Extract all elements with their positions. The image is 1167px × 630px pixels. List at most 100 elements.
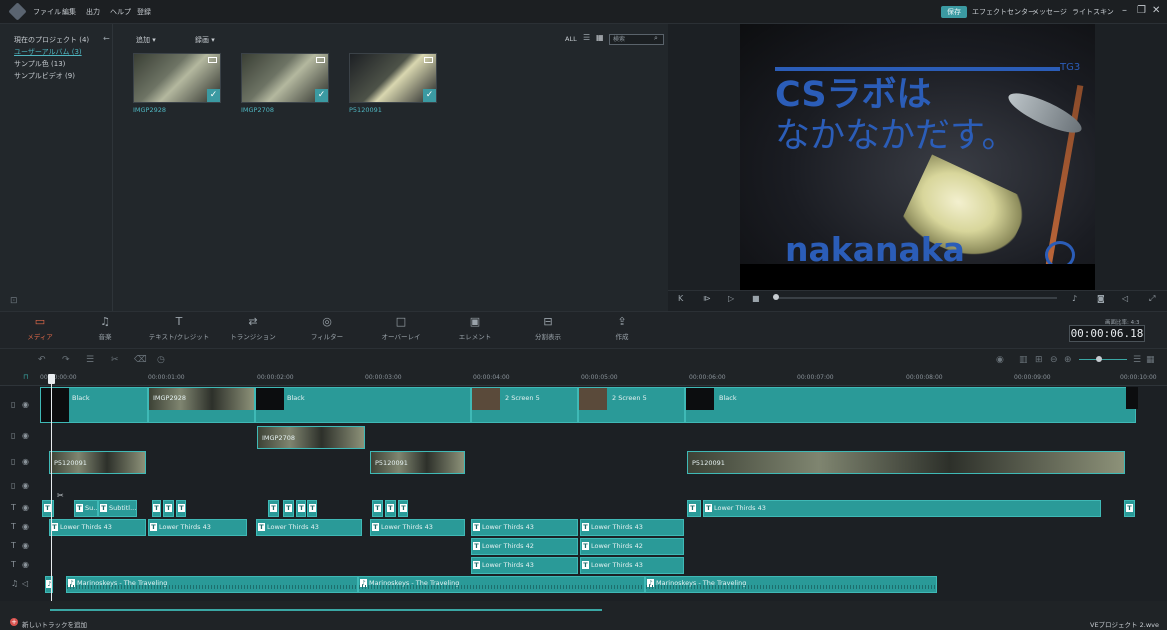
eye-icon[interactable]: ◉ [22,457,29,466]
tool-music[interactable]: ♫ 音楽 [70,314,140,341]
clip-audio[interactable]: ♪ Marinoskeys - The Traveling [358,576,645,593]
record-dropdown[interactable]: 録画 ▾ [195,35,215,45]
clip-video1[interactable]: Black [40,387,148,423]
playhead[interactable] [51,374,52,601]
fullscreen-icon[interactable]: ⤢ [1149,294,1155,304]
library-item-sample-video[interactable]: サンプルビデオ (9) [14,71,75,81]
restore-icon[interactable]: ❐ [1137,5,1146,16]
clip-audio[interactable]: ♪ Marinoskeys - The Traveling [66,576,358,593]
track-head-audio[interactable]: ♫ ◁ [0,579,38,598]
clip-video1[interactable]: Black [685,387,1136,423]
track-head-video2[interactable]: ▯ ◉ [0,431,38,450]
menu-file[interactable]: ファイル [33,7,61,17]
clip-text2[interactable]: T Lower Thirds 43 [370,519,465,536]
zoom-slider[interactable] [1079,359,1127,360]
tool-element[interactable]: ▣ エレメント [440,314,510,341]
clip-video3[interactable]: P5120091 [49,451,146,474]
eye-icon[interactable]: ◉ [22,431,29,440]
clip-text1[interactable]: T [385,500,396,517]
track-head-text3[interactable]: T ◉ [0,541,38,560]
close-icon[interactable]: ✕ [1152,5,1160,16]
clip-text1[interactable]: T [307,500,317,517]
import-dropdown[interactable]: 追加 ▾ [136,35,156,45]
audio-mixer-icon[interactable]: ▥ [1019,355,1028,365]
tool-text[interactable]: T テキスト/クレジット [144,314,214,341]
list-icon[interactable]: ☰ [1133,355,1141,365]
clip-text1[interactable]: T [176,500,186,517]
tool-filter[interactable]: ◎ フィルター [292,314,362,341]
skip-back-icon[interactable]: K [678,294,683,303]
stop-icon[interactable]: ■ [752,294,760,303]
clip-text1[interactable]: T [1124,500,1135,517]
eye-icon[interactable]: ◉ [22,560,29,569]
clip-text1[interactable]: T [163,500,174,517]
undo-icon[interactable]: ↶ [38,355,46,365]
tool-overlay[interactable]: □ オーバーレイ [366,314,436,341]
clip-text1[interactable]: T [687,500,701,517]
grid-view-icon[interactable]: ▦ [596,33,604,42]
zoom-slider-knob[interactable] [1096,356,1102,362]
collapse-panel-icon[interactable]: ← [103,34,110,43]
library-item-sample-color[interactable]: サンプル色 (13) [14,59,65,69]
clip-text1[interactable]: T Lower Thirds 43 [703,500,1101,517]
clip-text1[interactable]: T [268,500,279,517]
clip-video1[interactable]: 2 Screen 5 [471,387,578,423]
zoom-out-icon[interactable]: ⊖ [1050,355,1058,365]
add-track-button[interactable]: 新しいトラックを追加 [22,619,87,629]
snapshot-icon[interactable]: ◙ [1097,294,1105,303]
light-skin-link[interactable]: ライトスキン [1072,7,1114,17]
duration-icon[interactable]: ◷ [157,355,165,365]
track-head-text4[interactable]: T ◉ [0,560,38,579]
menu-register[interactable]: 登録 [137,7,151,17]
clip-text4[interactable]: T Lower Thirds 43 [580,557,684,574]
add-track-icon[interactable]: + [10,618,18,626]
eye-icon[interactable]: ◉ [22,481,29,490]
step-back-icon[interactable]: ⧐ [703,294,711,303]
clip-video3[interactable]: P5120091 [370,451,465,474]
snap-icon[interactable]: ⊓ [23,373,28,381]
tool-export[interactable]: ⇪ 作成 [587,314,657,341]
minimize-icon[interactable]: – [1122,5,1127,16]
clip-text1[interactable]: TSu... [74,500,98,517]
filter-all[interactable]: ALL [565,35,577,43]
clip-audio[interactable]: ♪ Marinoskeys - The Traveling [645,576,937,593]
redo-icon[interactable]: ↷ [62,355,70,365]
clip-text2[interactable]: T Lower Thirds 43 [256,519,362,536]
clip-text2[interactable]: T Lower Thirds 43 [148,519,247,536]
eye-icon[interactable]: ◉ [22,522,29,531]
clip-text1[interactable]: T [152,500,161,517]
clip-text1[interactable]: T [283,500,294,517]
media-thumb-p5120091[interactable]: ✓ [349,53,437,103]
clip-text2[interactable]: T Lower Thirds 43 [49,519,146,536]
tool-transition[interactable]: ⇄ トランジション [218,314,288,341]
clip-text3[interactable]: T Lower Thirds 42 [471,538,578,555]
clip-video1[interactable]: Black [255,387,471,423]
eye-icon[interactable]: ◉ [22,541,29,550]
cut-icon[interactable]: ✂ [111,355,119,365]
zoom-in-icon[interactable]: ⊕ [1064,355,1072,365]
adjust-icon[interactable]: ☰ [86,355,94,365]
clip-text1[interactable]: T [398,500,408,517]
track-head-text1[interactable]: T ◉ [0,503,38,522]
clip-text1[interactable]: T [42,500,54,517]
clip-text1[interactable]: T [296,500,306,517]
eye-icon[interactable]: ◉ [22,400,29,409]
fit-icon[interactable]: ⊞ [1035,355,1043,365]
tool-media[interactable]: ▭ メディア [5,314,75,341]
tool-split-screen[interactable]: ⊟ 分割表示 [513,314,583,341]
play-icon[interactable]: ▷ [728,294,734,303]
new-folder-icon[interactable]: ⊡ [10,296,18,306]
library-item-current-project[interactable]: 現在のプロジェクト (4) [14,35,89,45]
delete-icon[interactable]: ⌫ [134,355,147,365]
list-view-icon[interactable]: ☰ [583,33,590,42]
clip-text4[interactable]: T Lower Thirds 43 [471,557,578,574]
volume-icon[interactable]: ◁ [1122,294,1128,303]
clip-video1[interactable]: 2 Screen 5 [578,387,685,423]
save-button[interactable]: 保存 [941,6,967,18]
media-thumb-imgp2928[interactable]: ✓ [133,53,221,103]
menu-help[interactable]: ヘルプ [110,7,131,17]
menu-export[interactable]: 出力 [86,7,100,17]
clip-text3[interactable]: T Lower Thirds 42 [580,538,684,555]
clip-video3[interactable]: P5120091 [687,451,1125,474]
microphone-icon[interactable]: ♪ [1072,294,1077,303]
